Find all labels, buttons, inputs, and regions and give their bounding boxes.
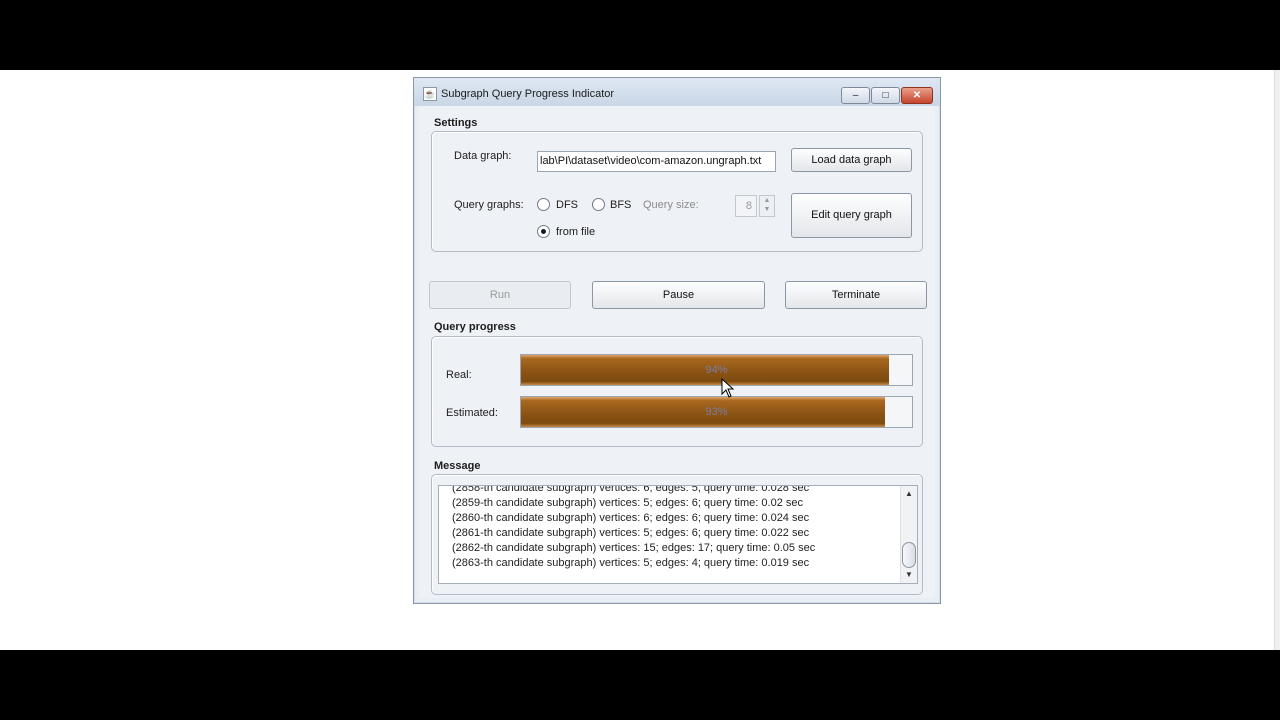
- log-line: (2863-th candidate subgraph) vertices: 5…: [452, 557, 810, 569]
- settings-group: Data graph: lab\PI\dataset\video\com-ama…: [431, 131, 923, 252]
- query-size-stepper[interactable]: ▲ ▼: [759, 195, 775, 217]
- query-progress-title: Query progress: [434, 321, 516, 333]
- maximize-icon: □: [882, 90, 889, 101]
- edit-query-graph-button[interactable]: Edit query graph: [791, 193, 912, 238]
- scroll-down-icon[interactable]: ▼: [901, 568, 917, 582]
- load-data-graph-button[interactable]: Load data graph: [791, 148, 912, 172]
- estimated-progress-percent: 93%: [705, 406, 728, 418]
- bfs-radio-label[interactable]: BFS: [610, 199, 631, 211]
- log-line: (2862-th candidate subgraph) vertices: 1…: [452, 542, 816, 554]
- real-progress-bar: 94%: [520, 354, 913, 386]
- screen-edge-strip: [1274, 70, 1280, 650]
- message-title: Message: [434, 460, 481, 472]
- query-progress-group: Real: 94% Estimated: 93%: [431, 336, 923, 447]
- close-icon: ✕: [912, 90, 922, 101]
- java-cup-icon: ☕: [423, 87, 437, 101]
- estimated-progress-label: Estimated:: [446, 407, 498, 419]
- stepper-down-icon[interactable]: ▼: [760, 205, 774, 214]
- desktop-screen: ☕ Subgraph Query Progress Indicator – □ …: [0, 70, 1280, 650]
- scroll-up-icon[interactable]: ▲: [901, 487, 917, 501]
- real-progress-percent: 94%: [705, 364, 728, 376]
- query-graphs-label: Query graphs:: [454, 199, 524, 211]
- log-line: (2858-th candidate subgraph) vertices: 6…: [452, 485, 810, 494]
- window-content: Settings Data graph: lab\PI\dataset\vide…: [419, 106, 935, 598]
- data-graph-label: Data graph:: [454, 150, 512, 162]
- message-group: (2858-th candidate subgraph) vertices: 6…: [431, 474, 923, 595]
- message-scrollbar[interactable]: ▲ ▼: [900, 486, 917, 583]
- pause-button[interactable]: Pause: [592, 281, 765, 309]
- log-line: (2859-th candidate subgraph) vertices: 5…: [452, 497, 803, 509]
- run-button[interactable]: Run: [429, 281, 571, 309]
- bfs-radio[interactable]: [592, 198, 605, 211]
- log-line: (2860-th candidate subgraph) vertices: 6…: [452, 512, 810, 524]
- message-log[interactable]: (2858-th candidate subgraph) vertices: 6…: [438, 485, 918, 584]
- data-graph-path-field[interactable]: lab\PI\dataset\video\com-amazon.ungraph.…: [537, 151, 776, 172]
- real-progress-label: Real:: [446, 369, 472, 381]
- query-size-label: Query size:: [643, 199, 699, 211]
- settings-title: Settings: [434, 117, 478, 129]
- estimated-progress-bar: 93%: [520, 396, 913, 428]
- maximize-button[interactable]: □: [871, 87, 900, 104]
- app-window: ☕ Subgraph Query Progress Indicator – □ …: [413, 77, 941, 604]
- dfs-radio-label[interactable]: DFS: [556, 199, 578, 211]
- terminate-button[interactable]: Terminate: [785, 281, 927, 309]
- query-size-field[interactable]: 8: [735, 195, 757, 217]
- close-button[interactable]: ✕: [901, 87, 933, 104]
- mouse-cursor-icon: [721, 377, 735, 398]
- minimize-icon: –: [852, 90, 859, 101]
- minimize-button[interactable]: –: [841, 87, 870, 104]
- dfs-radio[interactable]: [537, 198, 550, 211]
- stepper-up-icon[interactable]: ▲: [760, 196, 774, 205]
- log-line: (2861-th candidate subgraph) vertices: 5…: [452, 527, 810, 539]
- window-title: Subgraph Query Progress Indicator: [441, 88, 615, 100]
- scroll-thumb[interactable]: [902, 542, 916, 568]
- from-file-radio[interactable]: [537, 225, 550, 238]
- title-bar[interactable]: ☕ Subgraph Query Progress Indicator – □ …: [414, 78, 940, 106]
- from-file-radio-label[interactable]: from file: [556, 226, 595, 238]
